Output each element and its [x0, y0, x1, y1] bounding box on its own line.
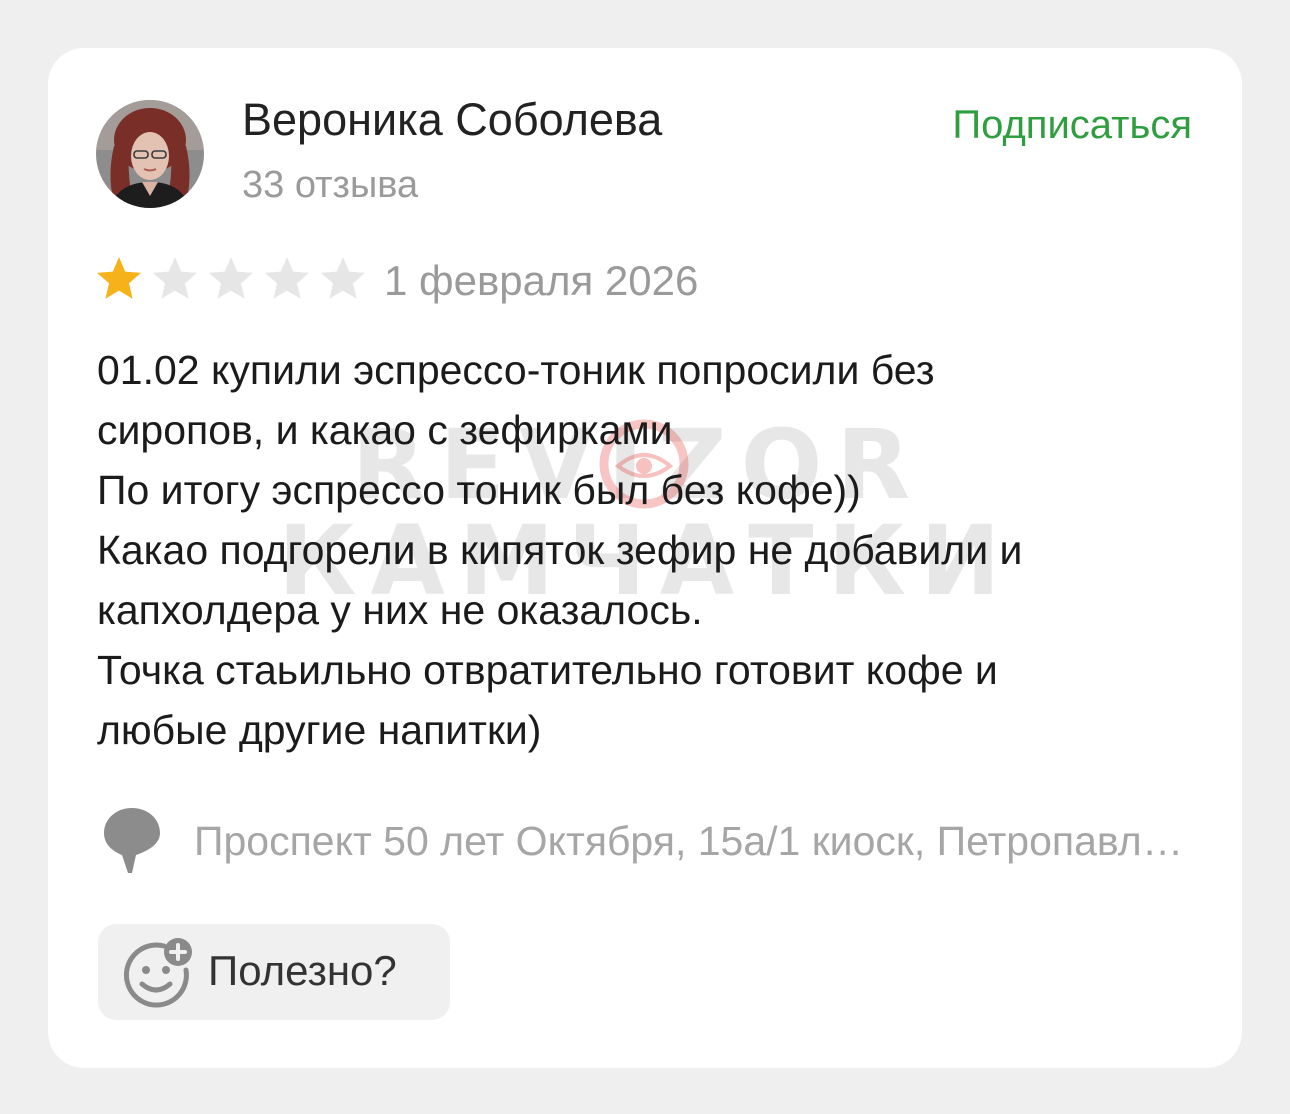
review-line: Точка стаьильно отвратительно готовит ко… [97, 647, 998, 693]
rating-stars [94, 254, 368, 304]
smile-plus-icon [123, 938, 192, 1008]
review-line: Какао подгорели в кипяток зефир не добав… [97, 527, 1023, 573]
review-line: По итогу эспрессо тоник был без кофе)) [97, 467, 861, 513]
map-pin-icon [104, 808, 160, 873]
review-line: капхолдера у них не оказалось. [97, 587, 703, 633]
star-icon [209, 257, 253, 299]
author-review-count: 33 отзыва [242, 164, 419, 206]
review-line: 01.02 купили эспрессо-тоник попросили бе… [97, 347, 935, 393]
address-text: Проспект 50 лет Октября, 15а/1 киоск, Пе… [194, 818, 1194, 864]
review-line: сиропов, и какао с зефирками [97, 407, 673, 453]
helpful-label: Полезно? [208, 947, 397, 994]
subscribe-button[interactable]: Подписаться [952, 100, 1192, 150]
helpful-button[interactable]: Полезно? [98, 924, 450, 1020]
avatar-photo [96, 100, 204, 208]
star-icon [265, 257, 309, 299]
address-link[interactable]: Проспект 50 лет Октября, 15а/1 киоск, Пе… [102, 806, 1194, 876]
avatar[interactable] [96, 100, 204, 208]
review-line: любые другие напитки) [97, 707, 542, 753]
review-text: 01.02 купили эспрессо-тоник попросили бе… [97, 340, 1197, 760]
review-date: 1 февраля 2026 [384, 257, 699, 304]
star-icon [321, 257, 365, 299]
star-icon [153, 257, 197, 299]
author-name[interactable]: Вероника Соболева [242, 94, 662, 146]
review-card: Вероника Соболева 33 отзыва Подписаться … [48, 48, 1242, 1068]
star-icon [97, 257, 141, 299]
